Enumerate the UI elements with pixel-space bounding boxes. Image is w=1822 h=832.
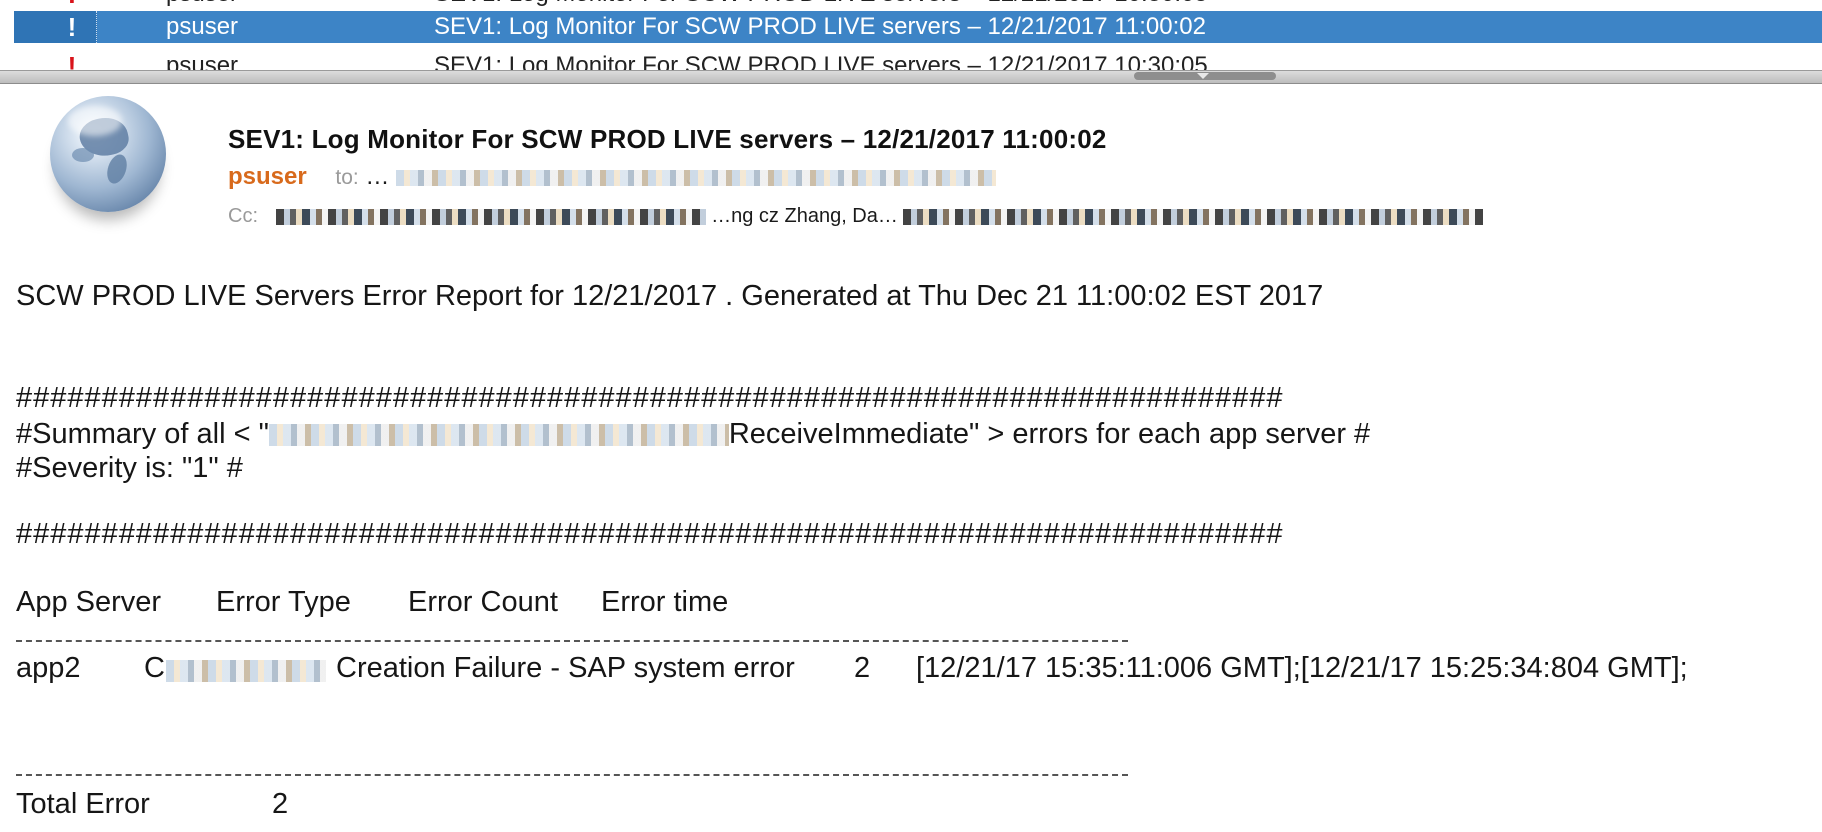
summary-line: #Summary of all < " ReceiveImmediate" > e… <box>16 418 1370 451</box>
cc-label: Cc: <box>228 205 258 227</box>
table-header: App Server Error Type Error Count Error … <box>16 586 776 622</box>
cc-line: Cc: …ng cz Zhang, Da… <box>228 205 1484 228</box>
report-title: SCW PROD LIVE Servers Error Report for 1… <box>16 280 1324 312</box>
pane-splitter[interactable] <box>0 70 1822 84</box>
redacted-text <box>166 660 326 682</box>
dashed-divider <box>16 640 1128 642</box>
cell-error-time: [12/21/17 15:35:11:006 GMT];[12/21/17 15… <box>916 652 1688 684</box>
sender-name[interactable]: psuser <box>228 163 307 190</box>
message-sender: psuser <box>166 13 239 40</box>
redacted-cc-recipients <box>903 208 1484 225</box>
summary-suffix: " > errors for each app server # <box>969 418 1371 450</box>
summary-prefix: #Summary of all < " <box>16 418 269 450</box>
dashed-divider <box>16 774 1128 776</box>
priority-high-icon: ! <box>67 50 77 73</box>
message-subject: SEV1: Log Monitor For SCW PROD LIVE serv… <box>434 52 1208 72</box>
redacted-recipients <box>396 169 997 186</box>
hash-divider: ########################################… <box>16 518 1284 550</box>
cell-error-count: 2 <box>854 652 871 684</box>
hash-divider: ########################################… <box>16 382 1284 414</box>
column-header-error-type: Error Type <box>216 586 351 618</box>
priority-high-icon: ! <box>67 11 77 42</box>
cell-app-server: app2 <box>16 652 81 684</box>
total-label: Total Error <box>16 788 150 820</box>
total-value: 2 <box>272 788 289 820</box>
column-header-error-count: Error Count <box>408 586 558 618</box>
message-subject-heading: SEV1: Log Monitor For SCW PROD LIVE serv… <box>228 124 1107 154</box>
summary-mid: ReceiveImmediate <box>728 418 970 450</box>
cell-error-type-start: C <box>144 652 165 684</box>
severity-line: #Severity is: "1" # <box>16 452 243 484</box>
splitter-grip-icon[interactable] <box>1197 73 1209 79</box>
message-list: ! psuser SEV1: Log Monitor For SCW PROD … <box>0 0 1822 72</box>
priority-high-icon: ! <box>62 0 82 10</box>
from-line: psuser to: … <box>228 163 997 191</box>
table-row: app2 C Creation Failure - SAP system err… <box>16 652 1806 688</box>
message-list-row[interactable]: ! psuser SEV1: Log Monitor For SCW PROD … <box>14 50 1822 73</box>
message-subject: SEV1: Log Monitor For SCW PROD LIVE serv… <box>434 0 1208 8</box>
message-subject: SEV1: Log Monitor For SCW PROD LIVE serv… <box>434 13 1206 40</box>
column-header-app-server: App Server <box>16 586 162 618</box>
message-sender: psuser <box>166 0 238 8</box>
to-recipients[interactable]: … <box>365 163 389 190</box>
column-header-error-time: Error time <box>601 586 729 618</box>
cell-error-type-end: Creation Failure - SAP system error <box>336 652 795 684</box>
message-sender: psuser <box>166 52 239 72</box>
globe-icon <box>50 96 166 212</box>
total-row: Total Error 2 <box>16 788 416 824</box>
redacted-cc-recipients <box>275 208 706 225</box>
to-label: to: <box>335 166 359 189</box>
cc-recipients-visible[interactable]: …ng cz Zhang, Da… <box>711 205 898 227</box>
redacted-text <box>268 424 729 447</box>
message-list-row-selected[interactable]: ! psuser SEV1: Log Monitor For SCW PROD … <box>14 11 1822 43</box>
message-list-row[interactable]: ! psuser SEV1: Log Monitor For SCW PROD … <box>14 0 1822 10</box>
